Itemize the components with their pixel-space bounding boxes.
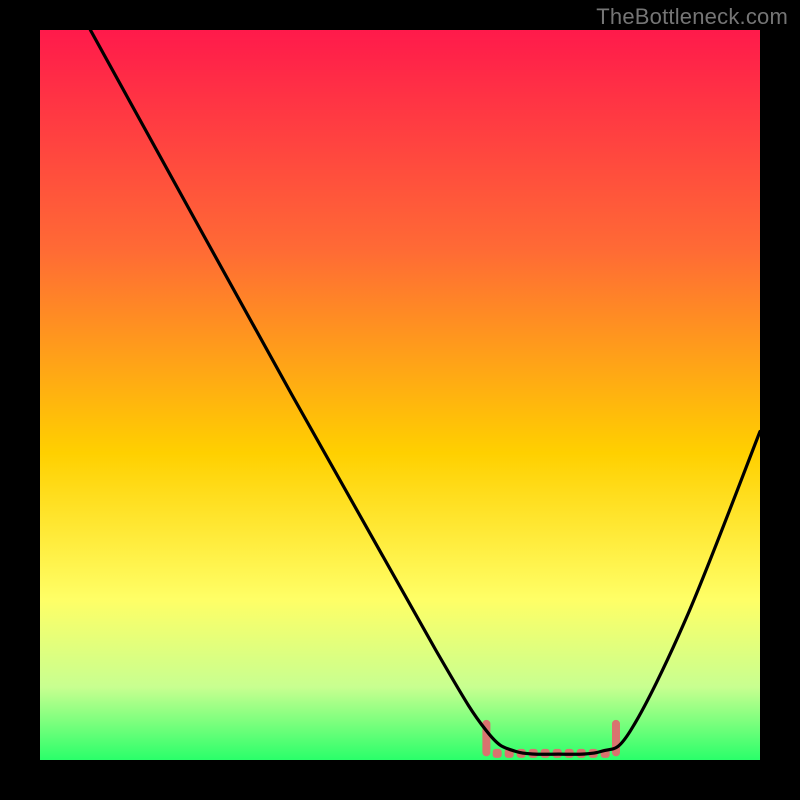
chart-frame: TheBottleneck.com <box>0 0 800 800</box>
gradient-background <box>40 30 760 760</box>
watermark-label: TheBottleneck.com <box>596 4 788 30</box>
bottleneck-chart <box>40 30 760 760</box>
plot-area <box>40 30 760 760</box>
